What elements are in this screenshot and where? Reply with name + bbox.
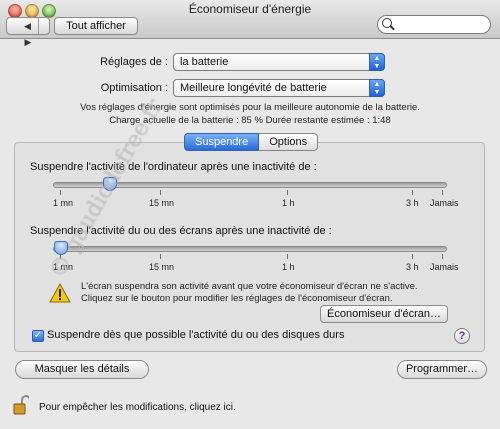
screensaver-button[interactable]: Économiseur d'écran… (320, 305, 448, 323)
display-sleep-slider-track[interactable] (53, 246, 447, 252)
forward-arrow-icon[interactable]: ▶ (18, 34, 39, 50)
search-field[interactable] (377, 15, 491, 34)
settings-for-value: la batterie (180, 56, 229, 68)
warning-line-2: Cliquez sur le bouton pour modifier les … (81, 293, 393, 304)
battery-status-line: Charge actuelle de la batterie : 85 % Du… (109, 115, 391, 126)
tick-mark (60, 190, 61, 195)
tick-label: 15 mn (149, 198, 175, 208)
optimization-popup[interactable]: Meilleure longévité de batterie ▲ ▼ (173, 79, 385, 97)
tick-label: 1 h (282, 198, 295, 208)
hide-details-button[interactable]: Masquer les détails (15, 360, 149, 379)
tick-mark (442, 190, 443, 195)
tick-mark (442, 254, 443, 259)
tick-mark (160, 254, 161, 259)
tick-mark (160, 190, 161, 195)
settings-for-label: Réglages de : (100, 56, 168, 68)
tick-mark (287, 254, 288, 259)
schedule-button[interactable]: Programmer… (397, 360, 487, 379)
search-icon (382, 18, 392, 28)
window-title: Économiseur d'énergie (188, 2, 312, 16)
tick-label: Jamais (430, 198, 459, 208)
warning-icon (49, 283, 71, 303)
optimization-value: Meilleure longévité de batterie (180, 82, 327, 94)
computer-sleep-label: Suspendre l'activité de l'ordinateur apr… (30, 161, 317, 173)
tick-label: 3 h (406, 198, 419, 208)
show-all-button[interactable]: Tout afficher (54, 17, 138, 35)
tick-label: Jamais (430, 262, 459, 272)
tick-label: 1 h (282, 262, 295, 272)
computer-sleep-scale: 1 mn 15 mn 1 h 3 h Jamais (0, 190, 500, 210)
popup-arrows-icon: ▲ ▼ (369, 79, 385, 97)
tab-suspend[interactable]: Suspendre (184, 133, 260, 151)
lock-text: Pour empêcher les modifications, cliquez… (39, 402, 236, 413)
lock-icon[interactable] (13, 395, 29, 415)
energy-info-line-1: Vos réglages d'énergie sont optimisés po… (80, 102, 420, 113)
tick-mark (412, 190, 413, 195)
back-arrow-icon[interactable]: ◀ (17, 18, 39, 34)
tab-options[interactable]: Options (259, 133, 319, 151)
tick-label: 1 mn (53, 198, 74, 208)
tick-mark (287, 190, 288, 195)
minimize-window-button[interactable] (25, 4, 39, 18)
back-forward-control: ◀▶ (6, 17, 50, 47)
optimization-label: Optimisation : (100, 82, 168, 94)
tick-mark (412, 254, 413, 259)
disk-sleep-checkbox[interactable]: ✓ (32, 330, 44, 342)
help-button[interactable]: ? (454, 328, 470, 344)
tick-label: 3 h (406, 262, 419, 272)
tab-bar: Suspendre Options (184, 133, 319, 151)
close-window-button[interactable] (8, 4, 22, 18)
warning-line-1: L'écran suspendra son activité avant que… (81, 281, 418, 292)
zoom-window-button[interactable] (42, 4, 56, 18)
settings-for-popup[interactable]: la batterie ▲ ▼ (173, 53, 385, 71)
disk-sleep-label: Suspendre dès que possible l'activité du… (47, 329, 345, 341)
tick-label: 15 mn (149, 262, 175, 272)
popup-arrows-icon: ▲ ▼ (369, 53, 385, 71)
